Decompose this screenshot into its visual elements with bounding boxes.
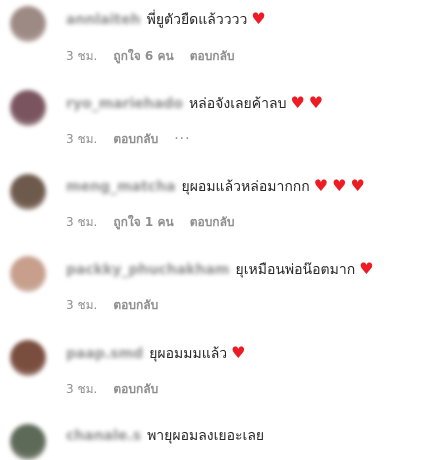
avatar[interactable] (10, 90, 46, 126)
avatar[interactable] (10, 174, 46, 210)
reply-button[interactable]: ตอบกลับ (113, 297, 158, 313)
heart-emoji: ♥ (231, 343, 246, 362)
timestamp: 3 ชม. (66, 49, 98, 63)
comment-text: ยุผอมมมแล้ว (149, 346, 228, 362)
username[interactable]: paap.smd (66, 346, 143, 362)
comment-text: หล่อจังเลยค้าลบ (188, 96, 287, 112)
heart-emoji: ♥ (251, 9, 266, 28)
comment-line: chanale.s พายุผอมลงเยอะเลย (66, 427, 264, 445)
timestamp: 3 ชม. (66, 132, 98, 146)
comment-text: พายุผอมลงเยอะเลย (147, 428, 265, 444)
heart-emoji: ♥ (290, 93, 305, 112)
comment-text: ยุผอมแล้วหล่อมากกก (181, 179, 310, 195)
avatar[interactable] (10, 340, 46, 376)
heart-emoji: ♥ (308, 93, 324, 112)
username[interactable]: packky_phuchakham (66, 262, 230, 278)
comment-meta: 3 ชม. ตอบกลับ (66, 297, 174, 313)
username[interactable]: annlaiteh (66, 12, 141, 28)
heart-emoji: ♥ (350, 176, 365, 195)
avatar[interactable] (10, 256, 46, 292)
comment-line: annlaiteh พี่ยูตัวยืดแล้วววว ♥ (66, 10, 266, 29)
comment-line: packky_phuchakham ยุเหมือนพ่อน๊อตมาก ♥ (66, 260, 374, 279)
more-options-icon[interactable]: ··· (174, 131, 190, 147)
comment-meta: 3 ชม. ถูกใจ 1 คน ตอบกลับ (66, 214, 251, 230)
username[interactable]: ryo_mariehado (66, 96, 183, 112)
reply-button[interactable]: ตอบกลับ (190, 214, 235, 230)
reply-button[interactable]: ตอบกลับ (113, 131, 158, 147)
comment-meta: 3 ชม. ถูกใจ 6 คน ตอบกลับ (66, 48, 251, 64)
comment-line: ryo_mariehado หล่อจังเลยค้าลบ ♥ ♥ (66, 94, 323, 113)
heart-emoji: ♥ (313, 176, 329, 195)
comment-text: พี่ยูตัวยืดแล้วววว (146, 12, 248, 28)
timestamp: 3 ชม. (66, 382, 98, 396)
timestamp: 3 ชม. (66, 215, 98, 229)
username[interactable]: meng_matcha (66, 179, 176, 195)
heart-emoji: ♥ (359, 259, 374, 278)
comment-meta: 3 ชม. ตอบกลับ ··· (66, 131, 207, 147)
comment-line: meng_matcha ยุผอมแล้วหล่อมากกก ♥ ♥ ♥ (66, 177, 365, 196)
comment-text: ยุเหมือนพ่อน๊อตมาก (235, 262, 356, 278)
avatar[interactable] (10, 6, 46, 42)
likes-count[interactable]: ถูกใจ 6 คน (113, 48, 173, 64)
avatar[interactable] (10, 424, 46, 460)
reply-button[interactable]: ตอบกลับ (113, 381, 158, 397)
comment-meta: 3 ชม. ตอบกลับ (66, 381, 174, 397)
likes-count[interactable]: ถูกใจ 1 คน (113, 214, 173, 230)
reply-button[interactable]: ตอบกลับ (190, 48, 235, 64)
heart-emoji: ♥ (332, 176, 347, 195)
comment-line: paap.smd ยุผอมมมแล้ว ♥ (66, 344, 246, 363)
timestamp: 3 ชม. (66, 298, 98, 312)
username[interactable]: chanale.s (66, 428, 141, 444)
